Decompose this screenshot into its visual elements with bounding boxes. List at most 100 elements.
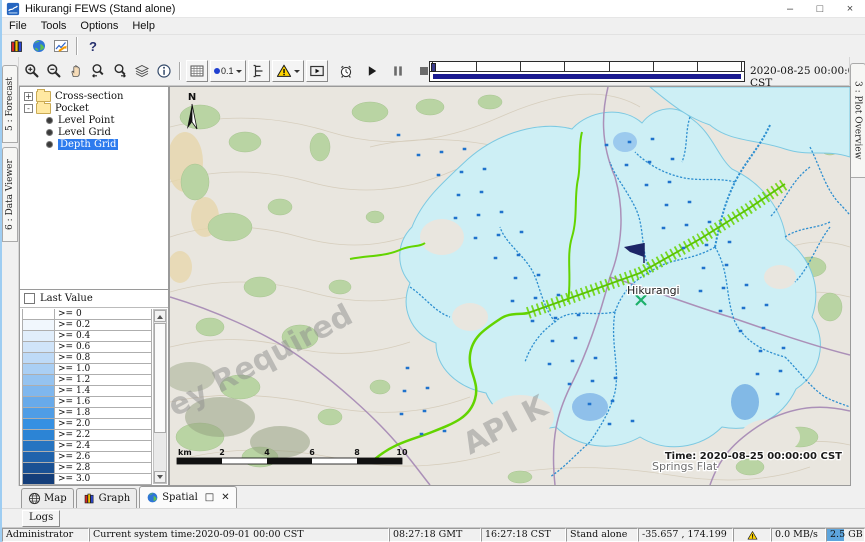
legend-row[interactable]: >= 2.2 (22, 430, 152, 441)
pan-button[interactable] (65, 60, 87, 82)
scale-tick-label: 4 (264, 448, 270, 457)
dropdown-caret-icon (294, 70, 300, 76)
pause-icon (390, 63, 406, 79)
scale-tick-label: 10 (396, 448, 408, 457)
tree-item-level-point[interactable]: Level Point (20, 114, 168, 126)
tab-maximize-icon[interactable]: □ (205, 492, 214, 503)
zoom-out-button[interactable] (43, 60, 65, 82)
profile-icon (251, 63, 267, 79)
legend-row[interactable]: >= 0 (22, 309, 152, 320)
warnings-button[interactable] (272, 60, 304, 82)
tab-graph[interactable]: Graph (76, 488, 138, 508)
scale-tick-label: 2 (219, 448, 225, 457)
timeline-slider[interactable] (429, 61, 745, 82)
legend-row[interactable]: >= 2.0 (22, 419, 152, 430)
grid-layer-button[interactable] (186, 60, 208, 82)
threshold-dot-icon (214, 68, 220, 74)
threshold-button[interactable]: 0.1 (210, 60, 246, 82)
scrollbar-up-button[interactable] (154, 310, 166, 322)
legend-row-label: >= 3.0 (55, 474, 152, 485)
logs-button[interactable]: Logs (22, 510, 60, 527)
timeseries-display-button[interactable] (6, 35, 28, 57)
legend-row[interactable]: >= 1.4 (22, 386, 152, 397)
tree-item-level-grid[interactable]: Level Grid (20, 126, 168, 138)
legend-color-swatch (22, 331, 55, 342)
menu-options[interactable]: Options (73, 19, 125, 33)
legend-row-label: >= 0.6 (55, 342, 152, 353)
right-tab-strip: 3 : Plot Overview (849, 57, 865, 486)
legend-row[interactable]: >= 0.2 (22, 320, 152, 331)
zoom-in-button[interactable] (21, 60, 43, 82)
zoom-next-button[interactable] (109, 60, 131, 82)
layers-icon (134, 63, 150, 79)
status-gmt-time: 08:27:18 GMT (389, 528, 481, 542)
logs-row: Logs (2, 509, 865, 528)
status-local-time: 16:27:18 CST (481, 528, 566, 542)
legend-row[interactable]: >= 0.6 (22, 342, 152, 353)
legend-row[interactable]: >= 2.6 (22, 452, 152, 463)
scrollbar-thumb[interactable] (154, 323, 166, 433)
menu-help[interactable]: Help (125, 19, 162, 33)
help-button[interactable]: ? (82, 35, 104, 57)
legend-row[interactable]: >= 2.8 (22, 463, 152, 474)
timeline-progress-bar (433, 74, 741, 79)
forecast-dialog-button[interactable] (50, 35, 72, 57)
legend-color-swatch (22, 342, 55, 353)
legend-row[interactable]: >= 0.4 (22, 331, 152, 342)
status-warning-cell[interactable] (733, 528, 771, 542)
tree-item-label: Level Point (58, 115, 115, 126)
close-button[interactable]: × (835, 0, 865, 17)
legend-color-swatch (22, 309, 55, 320)
legend-row[interactable]: >= 1.0 (22, 364, 152, 375)
play-button[interactable] (361, 60, 383, 82)
legend-color-swatch (22, 452, 55, 463)
legend-row[interactable]: >= 2.4 (22, 441, 152, 452)
legend-scrollbar[interactable] (153, 309, 167, 484)
tree-item-pocket[interactable]: - Pocket (20, 102, 168, 114)
zoom-previous-button[interactable] (87, 60, 109, 82)
bottom-tab-bar: Map Graph Spatial □ ✕ (2, 486, 865, 509)
legend-row[interactable]: >= 1.6 (22, 397, 152, 408)
scale-tick-label: 6 (309, 448, 315, 457)
layers-button[interactable] (131, 60, 153, 82)
zoom-previous-icon (90, 63, 106, 79)
legend-row[interactable]: >= 1.2 (22, 375, 152, 386)
collapse-icon[interactable]: - (24, 104, 33, 113)
legend-row[interactable]: >= 3.0 (22, 474, 152, 485)
spatial-display-button[interactable] (28, 35, 50, 57)
expand-icon[interactable]: + (24, 92, 33, 101)
tab-spatial[interactable]: Spatial □ ✕ (139, 486, 236, 508)
legend-color-swatch (22, 397, 55, 408)
pause-button[interactable] (387, 60, 409, 82)
longitudinal-profile-button[interactable] (248, 60, 270, 82)
animation-button[interactable] (306, 60, 328, 82)
spatial-display-icon (31, 38, 47, 54)
tab-plot-overview[interactable]: 3 : Plot Overview (850, 63, 865, 178)
tab-forecast[interactable]: 5 : Forecast (2, 65, 18, 143)
tree-item-label: Cross-section (55, 91, 123, 102)
menu-tools[interactable]: Tools (34, 19, 74, 33)
left-tab-strip: 5 : Forecast 6 : Data Viewer (2, 57, 19, 486)
last-value-checkbox[interactable] (24, 293, 35, 304)
threshold-value: 0.1 (221, 66, 234, 76)
menu-file[interactable]: File (2, 19, 34, 33)
tab-graph-label: Graph (99, 493, 131, 504)
tab-close-icon[interactable]: ✕ (221, 492, 229, 503)
scrollbar-down-button[interactable] (154, 471, 166, 483)
map-tab-icon (28, 492, 41, 505)
maximize-button[interactable]: □ (805, 0, 835, 17)
tab-data-viewer[interactable]: 6 : Data Viewer (2, 147, 18, 242)
tab-map[interactable]: Map (21, 488, 74, 508)
bullet-icon (46, 117, 53, 124)
timeline-thumb[interactable] (431, 63, 436, 72)
tree-item-depth-grid[interactable]: Depth Grid (20, 138, 168, 150)
dropdown-caret-icon (236, 70, 242, 76)
legend-row[interactable]: >= 1.8 (22, 408, 152, 419)
spatial-map[interactable]: Hikurangi Springs Flat Time: 2020-08-25 … (169, 86, 851, 486)
playback-speed-button[interactable] (335, 60, 357, 82)
minimize-button[interactable]: – (775, 0, 805, 17)
legend-row[interactable]: >= 0.8 (22, 353, 152, 364)
timeseries-display-icon (9, 38, 25, 54)
info-button[interactable] (153, 60, 175, 82)
legend-color-swatch (22, 419, 55, 430)
